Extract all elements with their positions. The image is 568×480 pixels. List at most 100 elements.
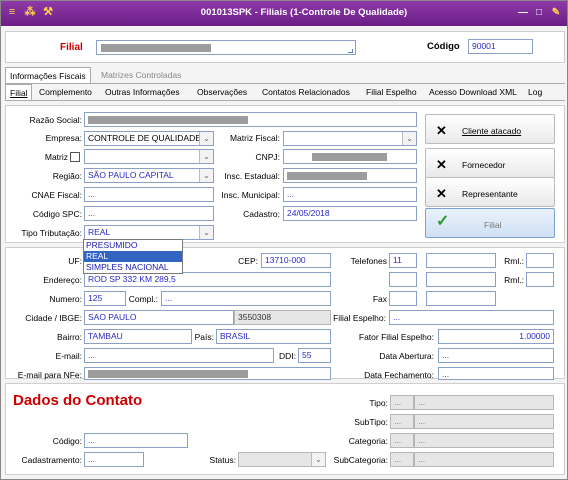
header-panel: Filial Código 90001: [5, 31, 565, 63]
endereco-field[interactable]: ROD SP 332 KM 289,5: [84, 272, 331, 287]
bairro-field[interactable]: TAMBAU: [84, 329, 192, 344]
tab-outras-informacoes[interactable]: Outras Informações: [101, 84, 184, 100]
telefone-field[interactable]: [426, 253, 496, 268]
filial-field[interactable]: [96, 40, 356, 55]
tab-filial[interactable]: Filial: [5, 84, 33, 100]
tipo-tributacao-label: Tipo Tributação:: [21, 228, 82, 238]
razao-social-label: Razão Social:: [29, 115, 82, 125]
tipo-tributacao-select[interactable]: REAL ⌄: [84, 225, 214, 240]
telefone-ddd-field[interactable]: 11: [389, 253, 417, 268]
email-field[interactable]: ...: [84, 348, 274, 363]
chevron-down-icon[interactable]: ⌄: [199, 226, 213, 239]
fax-label: Fax: [372, 294, 387, 304]
filial-espelho-field[interactable]: ...: [389, 310, 554, 325]
maximize-button[interactable]: □: [532, 6, 546, 19]
chevron-down-icon[interactable]: ⌄: [199, 132, 213, 145]
tab-log[interactable]: Log: [524, 84, 546, 100]
cidade-label: Cidade / IBGE:: [25, 313, 82, 323]
tab-complemento[interactable]: Complemento: [35, 84, 96, 100]
ddi-field[interactable]: 55: [298, 348, 331, 363]
tab-acesso-download-xml[interactable]: Acesso Download XML: [425, 84, 521, 100]
subtipo-code-field: ...: [390, 414, 414, 429]
subtipo-desc-field: ...: [414, 414, 554, 429]
pais-label: País:: [194, 332, 214, 342]
contato-codigo-field[interactable]: ...: [84, 433, 188, 448]
email-nfe-field[interactable]: [84, 367, 331, 380]
close-icon: ✕: [436, 186, 447, 201]
data-abertura-field[interactable]: ...: [438, 348, 554, 363]
codigo-spc-label: Código SPC:: [32, 209, 82, 219]
cadastro-label: Cadastro:: [243, 209, 280, 219]
filial-espelho-label: Filial Espelho:: [333, 313, 386, 323]
chevron-down-icon[interactable]: ⌄: [199, 150, 213, 163]
cliente-atacado-button[interactable]: ✕ Cliente atacado: [425, 114, 555, 144]
contato-title: Dados do Contato: [13, 392, 143, 409]
tab-informacoes-fiscais[interactable]: Informações Fiscais: [5, 67, 91, 83]
window: ≡ ⁂ ⚒ 001013SPK - Filiais (1-Controle De…: [0, 0, 568, 480]
fornecedor-button[interactable]: ✕ Fornecedor: [425, 148, 555, 178]
contato-panel: Dados do Contato Código: ... Cadastramen…: [5, 383, 565, 475]
codigo-spc-field[interactable]: ...: [84, 206, 214, 221]
email-nfe-label: E-mail para NFe:: [17, 370, 82, 380]
uf-label: UF:: [68, 256, 82, 266]
matriz-fiscal-select[interactable]: ⌄: [283, 131, 417, 146]
cnpj-field[interactable]: [283, 149, 417, 164]
regiao-select[interactable]: SÃO PAULO CAPITAL ⌄: [84, 168, 214, 183]
close-icon: ✕: [436, 157, 447, 172]
fax-field[interactable]: [426, 291, 496, 306]
status-label: Status:: [209, 455, 236, 465]
rml2-label: Rml.:: [504, 275, 524, 285]
empresa-value: CONTROLE DE QUALIDADE: [88, 133, 201, 143]
telefone2-ddd-field[interactable]: [389, 272, 417, 287]
telefone2-field[interactable]: [426, 272, 496, 287]
tab-contatos-relacionados[interactable]: Contatos Relacionados: [258, 84, 354, 100]
tab-matrizes-controladas[interactable]: Matrizes Controladas: [97, 67, 185, 83]
insc-estadual-field[interactable]: [283, 168, 417, 183]
numero-label: Numero:: [49, 294, 82, 304]
matriz-select[interactable]: ⌄: [84, 149, 214, 164]
tipo-label: Tipo:: [369, 398, 388, 408]
rml2-field[interactable]: [526, 272, 554, 287]
numero-field[interactable]: 125: [84, 291, 126, 306]
cidade-field[interactable]: SAO PAULO: [84, 310, 234, 325]
option-real[interactable]: REAL: [84, 251, 182, 262]
fax-ddd-field[interactable]: [389, 291, 417, 306]
razao-social-field[interactable]: [84, 112, 417, 127]
tab-filial-espelho[interactable]: Filial Espelho: [362, 84, 421, 100]
tab-observacoes[interactable]: Observações: [193, 84, 251, 100]
data-abertura-label: Data Abertura:: [379, 351, 434, 361]
rml-field[interactable]: [526, 253, 554, 268]
cnpj-label: CNPJ:: [255, 152, 280, 162]
email-label: E-mail:: [55, 351, 82, 361]
cadastramento-field[interactable]: ...: [84, 452, 144, 467]
cnae-field[interactable]: ...: [84, 187, 214, 202]
filial-button[interactable]: ✓ Filial: [425, 208, 555, 238]
filial-label: Filial: [60, 42, 83, 53]
cnae-label: CNAE Fiscal:: [31, 190, 82, 200]
fator-field[interactable]: 1.00000: [438, 329, 554, 344]
cep-field[interactable]: 13710-000: [261, 253, 331, 268]
chevron-down-icon[interactable]: ⌄: [199, 169, 213, 182]
cadastro-field[interactable]: 24/05/2018: [283, 206, 417, 221]
edit-pencil-icon[interactable]: ✎: [549, 6, 563, 19]
title-bar: ≡ ⁂ ⚒ 001013SPK - Filiais (1-Controle De…: [1, 1, 567, 26]
tipo-tributacao-dropdown[interactable]: PRESUMIDO REAL SIMPLES NACIONAL: [83, 239, 183, 274]
chevron-down-icon[interactable]: ⌄: [402, 132, 416, 145]
matriz-checkbox[interactable]: [70, 152, 80, 162]
pais-field[interactable]: BRASIL: [216, 329, 331, 344]
main-form-panel: Razão Social: Empresa: CONTROLE DE QUALI…: [5, 105, 565, 243]
categoria-code-field: ...: [390, 433, 414, 448]
empresa-label: Empresa:: [45, 133, 82, 143]
minimize-button[interactable]: —: [516, 6, 530, 19]
compl-field[interactable]: ...: [161, 291, 331, 306]
insc-municipal-field[interactable]: ...: [283, 187, 417, 202]
endereco-label: Endereço:: [43, 275, 82, 285]
option-simples-nacional[interactable]: SIMPLES NACIONAL: [84, 262, 182, 273]
tipo-code-field: ...: [390, 395, 414, 410]
option-presumido[interactable]: PRESUMIDO: [84, 240, 182, 251]
empresa-select[interactable]: CONTROLE DE QUALIDADE ⌄: [84, 131, 214, 146]
representante-button[interactable]: ✕ Representante: [425, 177, 555, 207]
telefones-label: Telefones: [350, 256, 387, 266]
data-fechamento-field[interactable]: ...: [438, 367, 554, 380]
codigo-field[interactable]: 90001: [468, 39, 533, 54]
